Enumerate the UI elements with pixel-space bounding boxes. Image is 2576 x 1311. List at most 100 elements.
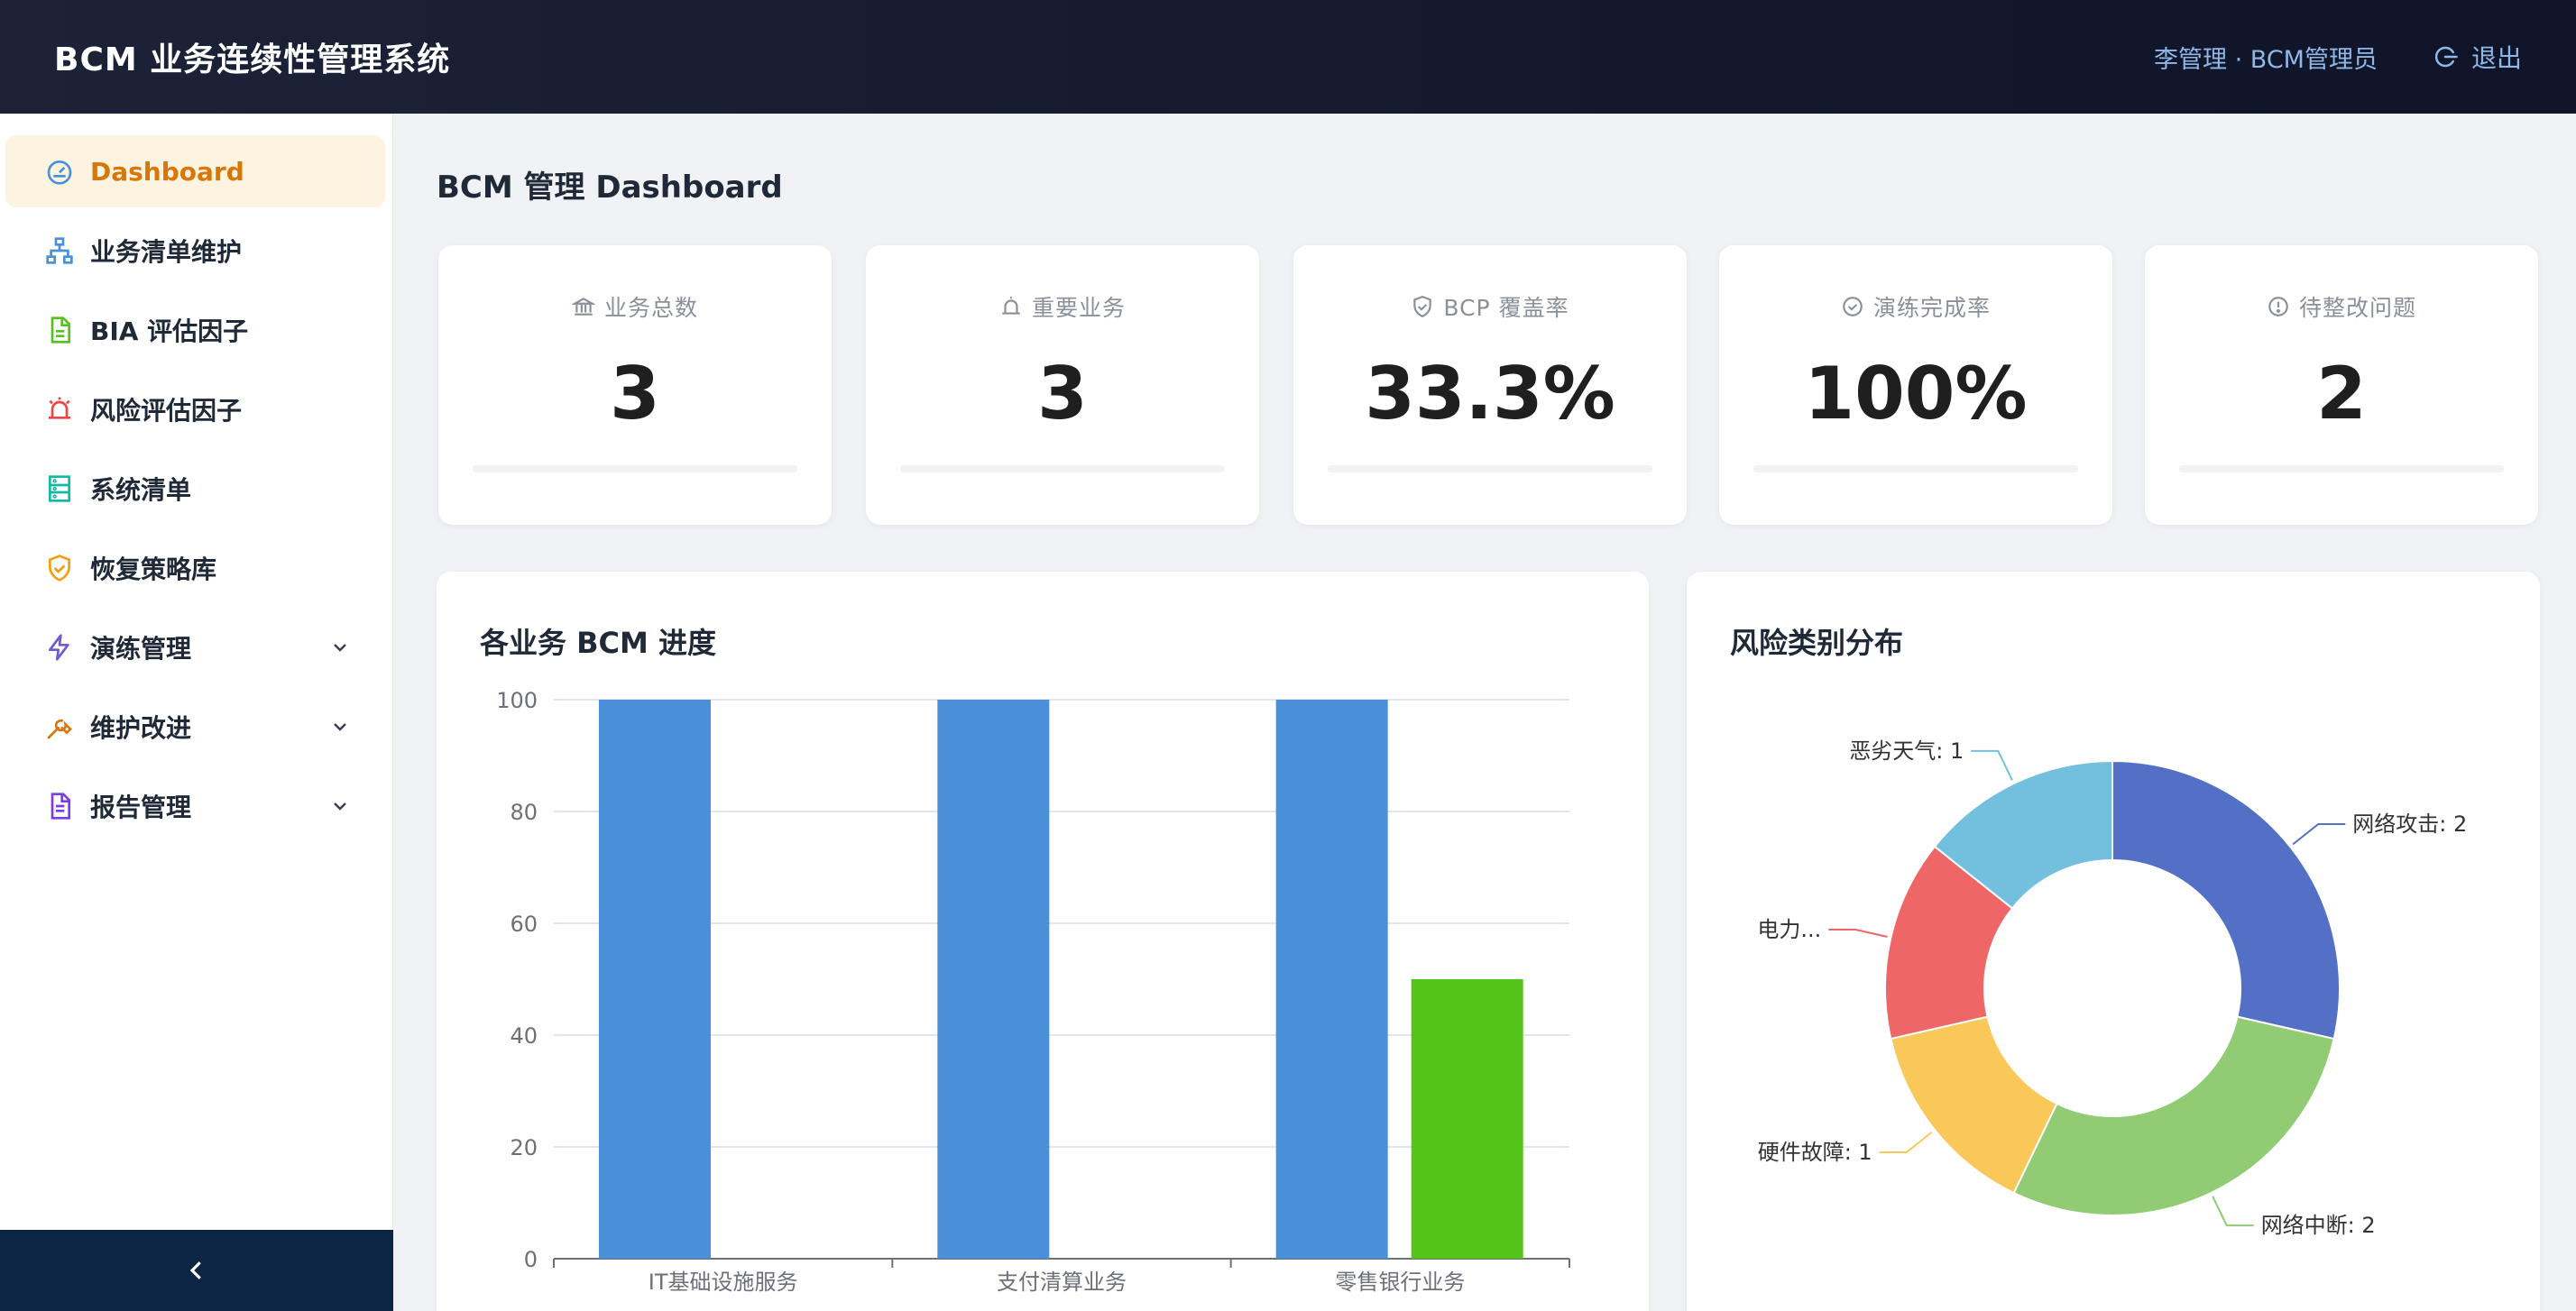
y-tick-label: 100 xyxy=(496,688,538,713)
pie-label: 恶劣天气: 1 xyxy=(1849,738,1964,764)
alarm-icon xyxy=(45,395,74,424)
sidebar-item-label: Dashboard xyxy=(90,156,244,187)
logout-label: 退出 xyxy=(2470,43,2522,73)
stat-label-text: 待整改问题 xyxy=(2298,295,2416,321)
y-tick-label: 20 xyxy=(510,1135,538,1160)
bank-icon xyxy=(571,298,595,316)
stat-label-text: 业务总数 xyxy=(603,295,698,321)
lightning-icon xyxy=(45,633,74,662)
sitemap-icon xyxy=(45,236,74,265)
sidebar-item-maintenance[interactable]: 维护改进 xyxy=(5,691,385,763)
stat-value: 33.3% xyxy=(1365,352,1615,435)
sidebar-item-business-list[interactable]: 业务清单维护 xyxy=(5,215,385,287)
y-tick-label: 0 xyxy=(524,1247,538,1272)
bar[interactable] xyxy=(937,700,1050,1259)
chevron-down-icon[interactable] xyxy=(329,637,351,658)
sidebar-item-risk-factors[interactable]: 风险评估因子 xyxy=(5,373,385,445)
stat-value: 2 xyxy=(2316,352,2367,435)
stat-progress-bar xyxy=(1328,465,1652,472)
risk-category-pie-chart: 网络攻击: 2 网络中断: 2 硬件故障: 1 电力... 恶劣天气: 1 xyxy=(1757,738,2467,1238)
sidebar-item-label: 系统清单 xyxy=(90,475,192,505)
x-tick-label: 支付清算业务 xyxy=(997,1270,1127,1295)
x-tick-label: 零售银行业务 xyxy=(1335,1270,1465,1295)
sidebar-item-drill-management[interactable]: 演练管理 xyxy=(5,611,385,683)
y-tick-label: 40 xyxy=(510,1023,538,1049)
wrench-icon xyxy=(45,712,74,741)
pie-slice[interactable] xyxy=(2111,759,2341,1041)
sidebar-collapse-button[interactable] xyxy=(0,1230,393,1311)
sidebar-item-label: 报告管理 xyxy=(90,793,192,822)
page-title: BCM 管理 Dashboard xyxy=(437,170,783,206)
pie-label-line xyxy=(2212,1196,2254,1227)
chevron-left-icon xyxy=(189,1261,201,1279)
sidebar-item-label: 风险评估因子 xyxy=(90,396,243,426)
x-tick-label: IT基础设施服务 xyxy=(649,1270,798,1295)
bar[interactable] xyxy=(1275,700,1388,1259)
document-icon xyxy=(45,316,74,344)
stat-label: 待整改问题 xyxy=(2145,290,2538,323)
sidebar-item-report-management[interactable]: 报告管理 xyxy=(5,770,385,842)
stat-label-text: BCP 覆盖率 xyxy=(1443,295,1569,321)
pie-label: 网络攻击: 2 xyxy=(2352,811,2467,837)
stat-card-bcp-coverage: BCP 覆盖率 33.3% xyxy=(1293,245,1687,525)
pie-label-line xyxy=(2292,822,2346,846)
pie-slice[interactable] xyxy=(2012,1015,2335,1216)
y-tick-label: 80 xyxy=(510,800,538,825)
pie-label: 硬件故障: 1 xyxy=(1758,1140,1872,1165)
bar[interactable] xyxy=(599,700,711,1259)
chevron-down-icon[interactable] xyxy=(329,716,351,738)
pie-label-line xyxy=(1971,749,2013,781)
header-right: 李管理 · BCM管理员 退出 xyxy=(2154,39,2522,75)
sidebar-item-recovery-strategy[interactable]: 恢复策略库 xyxy=(5,532,385,604)
pie-label-line xyxy=(1828,929,1888,939)
logout-button[interactable]: 退出 xyxy=(2432,39,2522,75)
stat-value: 3 xyxy=(610,352,660,435)
bar[interactable] xyxy=(1411,979,1523,1259)
stat-card-drill-completion: 演练完成率 100% xyxy=(1719,245,2112,525)
sidebar-item-system-list[interactable]: 系统清单 xyxy=(5,453,385,525)
stat-card-total-business: 业务总数 3 xyxy=(438,245,832,525)
pie-label: 网络中断: 2 xyxy=(2261,1213,2376,1238)
sidebar: Dashboard 业务清单维护 BIA 评估因子 风险评估因子 系统清单 恢复… xyxy=(0,114,393,1311)
user-info[interactable]: 李管理 · BCM管理员 xyxy=(2154,40,2378,75)
alarm-icon xyxy=(1002,297,1020,315)
stat-value: 3 xyxy=(1037,352,1088,435)
bcm-progress-bar-chart: 0 20 40 60 80 100 IT基础设施服务 支付清算业务 零售银行业务 xyxy=(496,688,1570,1295)
stat-label: 业务总数 xyxy=(438,290,832,323)
pie-label: 电力... xyxy=(1757,917,1821,942)
sidebar-item-label: 演练管理 xyxy=(90,634,192,664)
sidebar-item-label: BIA 评估因子 xyxy=(90,316,249,346)
check-circle-icon xyxy=(1843,297,1863,316)
stat-label: 重要业务 xyxy=(866,290,1259,323)
stat-progress-bar xyxy=(1753,465,2078,472)
report-icon xyxy=(45,792,74,821)
sidebar-item-dashboard[interactable]: Dashboard xyxy=(5,135,385,207)
sidebar-item-label: 维护改进 xyxy=(90,713,192,743)
stat-label-text: 演练完成率 xyxy=(1872,295,1991,321)
stat-progress-bar xyxy=(473,465,797,472)
chevron-down-icon[interactable] xyxy=(329,795,351,817)
stat-value: 100% xyxy=(1804,352,2028,435)
stat-progress-bar xyxy=(2179,465,2504,472)
app-title: BCM 业务连续性管理系统 xyxy=(54,41,451,78)
logout-icon xyxy=(2434,46,2458,68)
stat-progress-bar xyxy=(900,465,1225,472)
y-tick-label: 60 xyxy=(510,912,538,937)
sidebar-item-bia-factors[interactable]: BIA 评估因子 xyxy=(5,294,385,366)
sidebar-item-label: 恢复策略库 xyxy=(90,555,217,584)
sidebar-menu: Dashboard 业务清单维护 BIA 评估因子 风险评估因子 系统清单 恢复… xyxy=(0,114,392,842)
stat-card-important-business: 重要业务 3 xyxy=(866,245,1259,525)
shield-check-icon xyxy=(45,554,74,582)
stat-card-pending-issues: 待整改问题 2 xyxy=(2145,245,2538,525)
stat-label: 演练完成率 xyxy=(1719,290,2112,323)
top-header: BCM 业务连续性管理系统 李管理 · BCM管理员 退出 xyxy=(0,0,2576,114)
stat-label-text: 重要业务 xyxy=(1031,295,1126,321)
risk-distribution-panel: 风险类别分布 网络攻击: 2 网络中断: 2 硬件故障: 1 电力... 恶劣天气: 1 xyxy=(1687,572,2540,1311)
info-circle-icon xyxy=(2268,297,2288,316)
pie-label-line xyxy=(1879,1131,1933,1154)
sidebar-item-label: 业务清单维护 xyxy=(90,237,243,267)
dashboard-icon xyxy=(45,157,74,186)
shield-check-icon xyxy=(1413,296,1432,318)
bcm-progress-panel: 各业务 BCM 进度 0 20 40 60 80 100 IT基础设施服务 支付清算业务 零售银… xyxy=(437,572,1649,1311)
server-icon xyxy=(45,474,74,503)
